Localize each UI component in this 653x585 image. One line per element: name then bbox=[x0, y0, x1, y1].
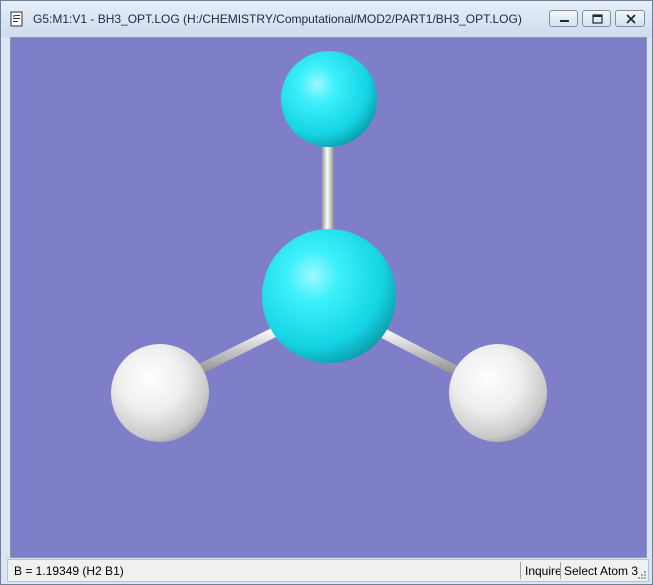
atom-h2[interactable] bbox=[111, 344, 209, 442]
atom-h3[interactable] bbox=[449, 344, 547, 442]
status-divider bbox=[520, 562, 521, 579]
atom-b1[interactable] bbox=[262, 229, 396, 363]
molecule-3d-viewport[interactable] bbox=[10, 37, 647, 558]
measurement-readout: B = 1.19349 (H2 B1) bbox=[14, 564, 124, 578]
mode-indicator: Inquire bbox=[525, 564, 562, 578]
bond-b1-h3[interactable] bbox=[368, 323, 471, 381]
status-divider bbox=[560, 562, 561, 579]
restore-button[interactable] bbox=[582, 10, 611, 27]
bh3-molecule-render bbox=[111, 51, 547, 442]
restore-icon bbox=[592, 14, 603, 24]
close-icon bbox=[626, 14, 636, 24]
minimize-button[interactable] bbox=[549, 10, 578, 27]
resize-grip-icon[interactable] bbox=[635, 568, 647, 580]
molecule-viewer-window: G5:M1:V1 - BH3_OPT.LOG (H:/CHEMISTRY/Com… bbox=[0, 0, 653, 585]
status-bar: B = 1.19349 (H2 B1) Inquire Select Atom … bbox=[7, 559, 649, 582]
minimize-icon bbox=[560, 20, 569, 22]
title-bar[interactable]: G5:M1:V1 - BH3_OPT.LOG (H:/CHEMISTRY/Com… bbox=[1, 1, 652, 37]
document-icon bbox=[9, 11, 25, 27]
close-button[interactable] bbox=[615, 10, 645, 27]
bond-h1-b1[interactable] bbox=[322, 138, 334, 238]
selection-prompt: Select Atom 3 bbox=[564, 564, 639, 578]
atom-h1[interactable] bbox=[281, 51, 377, 147]
window-title: G5:M1:V1 - BH3_OPT.LOG (H:/CHEMISTRY/Com… bbox=[33, 12, 522, 26]
